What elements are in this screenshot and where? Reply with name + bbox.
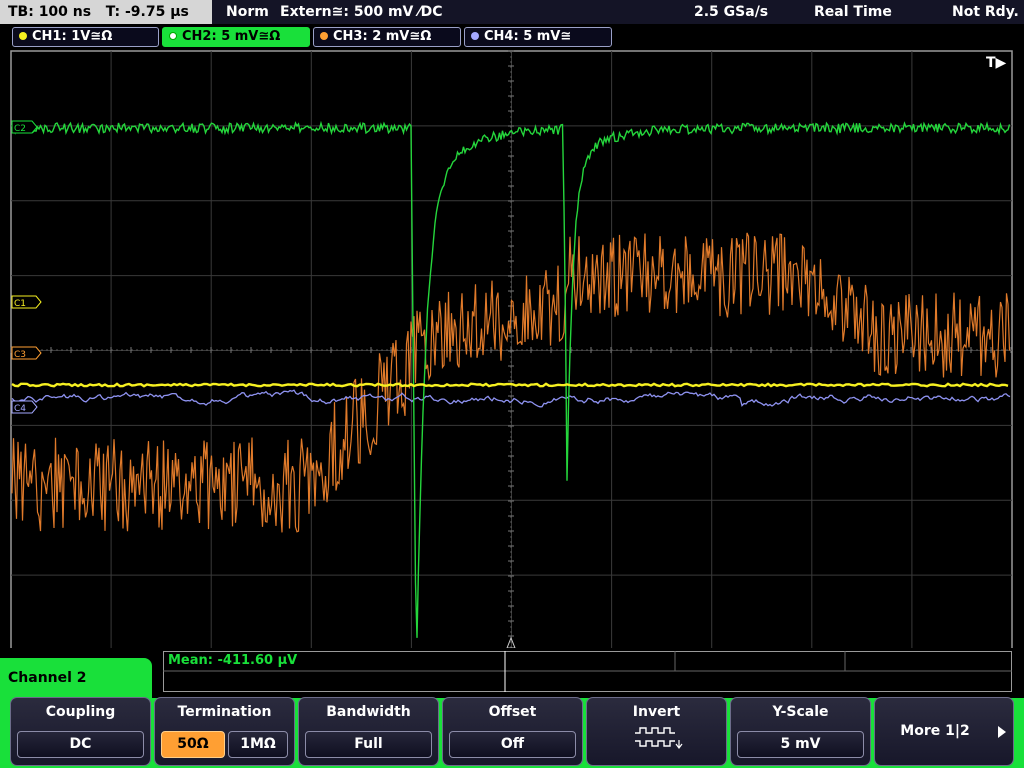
tab-ch3-label: CH3: 2 mV≅Ω: [333, 29, 432, 44]
coupling-title: Coupling: [45, 704, 116, 720]
tab-ch2-label: CH2: 5 mV≅Ω: [182, 29, 281, 44]
tab-ch4[interactable]: CH4: 5 mV≅: [464, 27, 612, 47]
coupling-softkey[interactable]: Coupling DC: [10, 697, 151, 766]
timebase-box[interactable]: TB: 100 ns T: -9.75 µs: [0, 0, 212, 24]
bandwidth-softkey[interactable]: Bandwidth Full: [298, 697, 439, 766]
trigger-position-marker[interactable]: T▶: [986, 55, 1007, 71]
marker-c4[interactable]: C4: [11, 400, 38, 414]
mean-measurement: Mean: -411.60 µV: [168, 653, 298, 668]
termination-50ohm-button[interactable]: 50Ω: [161, 731, 225, 758]
termination-1mohm-button[interactable]: 1MΩ: [228, 731, 288, 758]
waveform-display[interactable]: C1 C3 C4 C2 T▶: [0, 48, 1024, 648]
marker-c3[interactable]: C3: [11, 346, 42, 360]
ch3-dot-icon: [320, 32, 328, 40]
more-label: More 1|2: [900, 723, 970, 739]
ch1-dot-icon: [19, 32, 27, 40]
svg-text:C3: C3: [14, 350, 26, 360]
yscale-title: Y-Scale: [772, 704, 829, 720]
coupling-value: DC: [17, 731, 144, 758]
tab-ch2[interactable]: CH2: 5 mV≅Ω: [162, 27, 310, 47]
invert-waveform-icon: [635, 727, 683, 749]
yscale-softkey[interactable]: Y-Scale 5 mV: [730, 697, 871, 766]
offset-title: Offset: [488, 704, 537, 720]
menu-title: Channel 2: [0, 658, 152, 698]
yscale-value: 5 mV: [737, 731, 864, 758]
tab-ch4-label: CH4: 5 mV≅: [484, 29, 572, 44]
tab-ch1[interactable]: CH1: 1V≅Ω: [12, 27, 159, 47]
marker-c2[interactable]: C2: [11, 120, 38, 134]
ch2-dot-icon: [169, 32, 177, 40]
channel-tabs: CH1: 1V≅Ω CH2: 5 mV≅Ω CH3: 2 mV≅Ω CH4: 5…: [0, 24, 1024, 48]
svg-text:C1: C1: [14, 299, 26, 309]
ready-status: Not Rdy.: [952, 4, 1019, 20]
offset-value: Off: [449, 731, 576, 758]
acquisition-mode: Real Time: [814, 4, 892, 20]
svg-text:C4: C4: [14, 404, 26, 414]
trigger-time: T: -9.75 µs: [105, 4, 189, 20]
chevron-right-icon: [998, 726, 1006, 738]
marker-c1[interactable]: C1: [11, 295, 42, 309]
trigger-mode[interactable]: Norm: [226, 0, 269, 24]
more-softkey[interactable]: More 1|2: [874, 697, 1014, 766]
ch4-dot-icon: [471, 32, 479, 40]
bandwidth-title: Bandwidth: [326, 704, 411, 720]
invert-title: Invert: [632, 704, 681, 720]
termination-title: Termination: [177, 704, 272, 720]
tab-ch1-label: CH1: 1V≅Ω: [32, 29, 113, 44]
status-bar: TB: 100 ns T: -9.75 µs Norm Extern≅: 500…: [0, 0, 1024, 24]
termination-softkey[interactable]: Termination 50Ω 1MΩ: [154, 697, 295, 766]
invert-softkey[interactable]: Invert: [586, 697, 727, 766]
timebase: TB: 100 ns: [8, 4, 92, 20]
svg-text:C2: C2: [14, 124, 26, 134]
bandwidth-value: Full: [305, 731, 432, 758]
trigger-source[interactable]: Extern≅: 500 mV ⁄DC: [280, 0, 442, 24]
offset-softkey[interactable]: Offset Off: [442, 697, 583, 766]
tab-ch3[interactable]: CH3: 2 mV≅Ω: [313, 27, 461, 47]
sample-rate: 2.5 GSa/s: [694, 4, 769, 20]
